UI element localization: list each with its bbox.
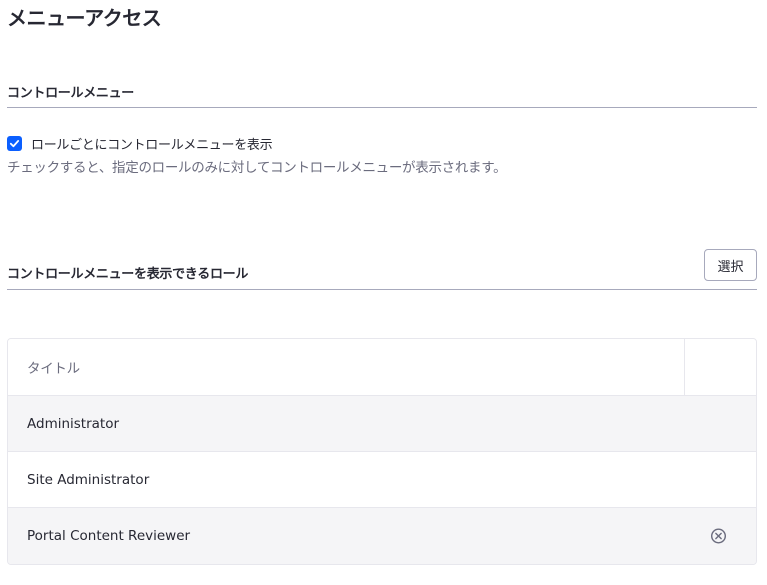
remove-role-button[interactable]: [710, 528, 727, 545]
column-header-actions: [684, 339, 756, 395]
table-row: Site Administrator: [8, 452, 756, 508]
show-by-role-checkbox-label[interactable]: ロールごとにコントロールメニューを表示: [31, 134, 273, 153]
roles-section-title: コントロールメニューを表示できるロール: [7, 267, 249, 282]
role-title: Portal Content Reviewer: [27, 528, 191, 544]
times-circle-icon: [710, 528, 727, 544]
roles-divider: [7, 289, 757, 290]
roles-table: タイトル Administrator Site Administrator Po…: [7, 338, 757, 565]
check-icon: [9, 139, 20, 147]
control-menu-divider: [7, 107, 757, 108]
column-header-title: タイトル: [27, 361, 80, 377]
show-by-role-checkbox-row[interactable]: ロールごとにコントロールメニューを表示: [7, 134, 273, 153]
show-by-role-help-text: チェックすると、指定のロールのみに対してコントロールメニューが表示されます。: [7, 160, 507, 176]
select-roles-button[interactable]: 選択: [704, 249, 757, 281]
role-title: Administrator: [27, 415, 120, 432]
control-menu-section-title: コントロールメニュー: [7, 86, 135, 101]
table-row: Portal Content Reviewer: [8, 508, 756, 564]
table-row: Administrator: [8, 396, 756, 452]
page-title: メニューアクセス: [7, 6, 162, 30]
roles-table-header: タイトル: [8, 339, 756, 396]
role-title: Site Administrator: [27, 471, 150, 488]
show-by-role-checkbox[interactable]: [7, 135, 22, 151]
